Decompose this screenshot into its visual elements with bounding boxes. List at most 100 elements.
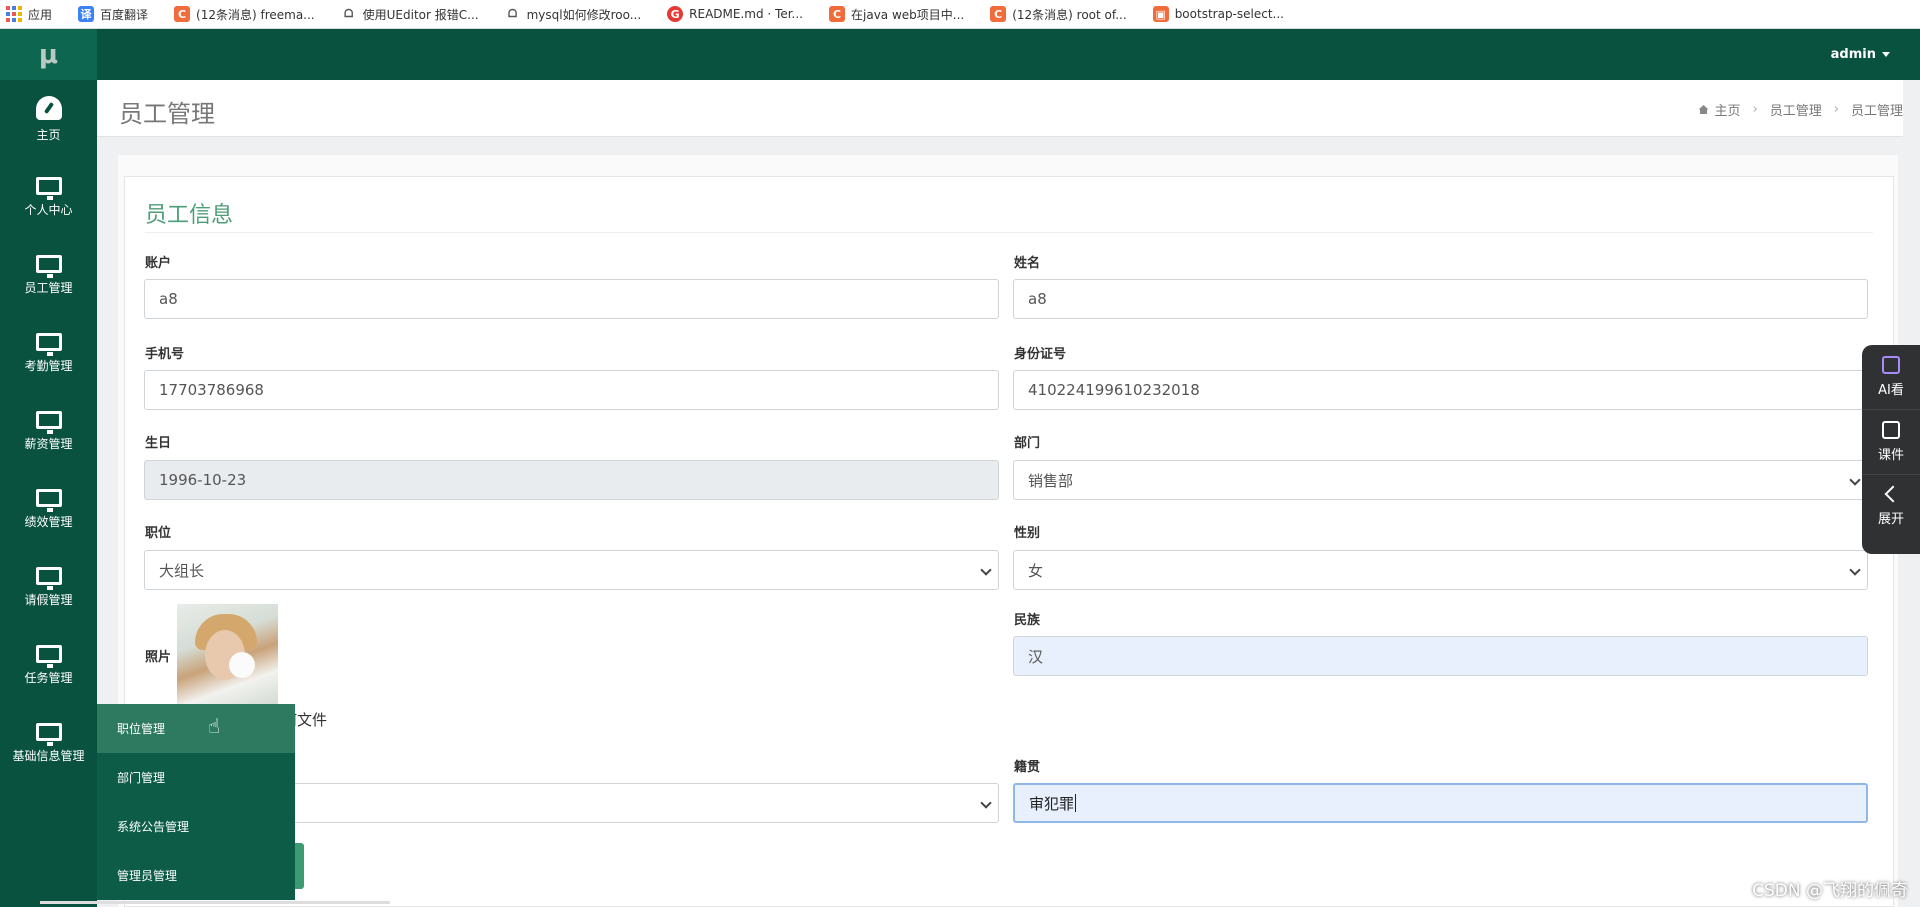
department-selected-value: 销售部 xyxy=(1028,471,1074,490)
book-icon xyxy=(1882,421,1900,439)
submenu-item-admin[interactable]: 管理员管理 xyxy=(97,851,295,900)
native-place-label: 籍贯 xyxy=(1014,760,1041,775)
ai-icon xyxy=(1882,356,1900,374)
gender-label: 性别 xyxy=(1014,526,1041,541)
monitor-icon xyxy=(35,410,62,434)
idcard-label: 身份证号 xyxy=(1014,347,1067,362)
breadcrumb-home[interactable]: 主页 xyxy=(1715,100,1741,119)
sidebar-item-profile[interactable]: 个人中心 xyxy=(0,158,97,236)
sidebar-item-home[interactable]: 主页 xyxy=(0,80,97,158)
idcard-input[interactable]: 410224199610232018 xyxy=(1013,370,1868,410)
sidebar-item-label: 绩效管理 xyxy=(24,514,73,529)
bookmark-label: 使用UEditor 报错C... xyxy=(362,7,479,22)
bookmark-label: README.md · Ter... xyxy=(689,7,803,21)
sidebar-item-label: 基础信息管理 xyxy=(12,748,85,763)
native-place-value: 审犯罪 xyxy=(1029,794,1075,813)
csdn-icon: C xyxy=(829,6,845,22)
sidebar-item-employees[interactable]: 员工管理 xyxy=(0,236,97,314)
basic-info-submenu: 职位管理 部门管理 系统公告管理 管理员管理 xyxy=(97,704,295,900)
caret-down-icon xyxy=(1882,52,1890,57)
ai-view-button[interactable]: AI看 xyxy=(1862,345,1920,410)
position-select[interactable]: 大组长 xyxy=(144,550,999,590)
site-icon: ᗝ xyxy=(508,7,518,20)
birthday-label: 生日 xyxy=(145,436,172,451)
bookmark-label: bootstrap-select... xyxy=(1174,7,1284,21)
birthday-input[interactable]: 1996-10-23 xyxy=(144,460,999,500)
video-progress-bar[interactable] xyxy=(40,901,390,904)
department-label: 部门 xyxy=(1014,436,1041,451)
user-menu[interactable]: admin xyxy=(1831,29,1890,80)
monitor-icon xyxy=(35,176,62,200)
bookmark-label: mysql如何修改roo... xyxy=(526,7,642,22)
sidebar-item-label: 个人中心 xyxy=(24,202,73,217)
translate-icon: 译 xyxy=(78,6,95,22)
phone-input[interactable]: 17703786968 xyxy=(144,370,999,410)
apps-grid-icon xyxy=(6,6,22,22)
csdn-icon: C xyxy=(990,6,1007,22)
breadcrumb-current: 员工管理 xyxy=(1850,104,1903,119)
name-input[interactable]: a8 xyxy=(1013,279,1868,319)
sidebar-item-attendance[interactable]: 考勤管理 xyxy=(0,314,97,392)
bookmark-apps[interactable]: 应用 xyxy=(6,6,52,23)
native-place-input[interactable]: 审犯罪 xyxy=(1013,783,1868,823)
site-icon: ᗝ xyxy=(344,7,354,20)
account-input[interactable]: a8 xyxy=(144,279,999,319)
position-label: 职位 xyxy=(145,526,172,541)
bookmark-item[interactable]: ᗝ mysql如何修改roo... xyxy=(505,6,642,23)
photo-label: 照片 xyxy=(145,650,172,665)
submenu-item-announcement[interactable]: 系统公告管理 xyxy=(97,802,295,851)
expand-button[interactable]: 展开 xyxy=(1862,475,1920,539)
top-header: μ admin xyxy=(0,29,1920,80)
submenu-item-position[interactable]: 职位管理 xyxy=(97,704,295,753)
courseware-label: 课件 xyxy=(1877,448,1904,463)
bookmark-label: 在java web项目中... xyxy=(851,7,965,22)
sidebar-item-label: 任务管理 xyxy=(24,670,73,685)
phone-label: 手机号 xyxy=(145,347,185,362)
monitor-icon xyxy=(35,566,62,590)
home-icon xyxy=(1698,105,1709,114)
chevron-left-icon xyxy=(1884,485,1902,502)
watermark: CSDN @飞翔的佩奇 xyxy=(1752,881,1908,901)
breadcrumb: 主页 › 员工管理 › 员工管理 xyxy=(1698,100,1903,119)
bookmark-item[interactable]: ᗝ 使用UEditor 报错C... xyxy=(341,6,479,23)
gitee-icon: G xyxy=(667,6,684,22)
bookmark-label: 百度翻译 xyxy=(100,7,149,22)
sidebar-item-leave[interactable]: 请假管理 xyxy=(0,548,97,626)
submenu-item-department[interactable]: 部门管理 xyxy=(97,753,295,802)
bookmark-item[interactable]: C (12条消息) root of... xyxy=(990,6,1127,23)
sidebar: 主页 个人中心 员工管理 考勤管理 薪资管理 绩效管理 请假管理 任务管理 基础… xyxy=(0,80,97,907)
app-logo[interactable]: μ xyxy=(0,29,97,80)
sidebar-item-salary[interactable]: 薪资管理 xyxy=(0,392,97,470)
ai-view-label: AI看 xyxy=(1878,383,1904,398)
bookmark-item[interactable]: 译 百度翻译 xyxy=(78,6,148,23)
bookmark-item[interactable]: C 在java web项目中... xyxy=(829,6,964,23)
sidebar-item-label: 考勤管理 xyxy=(24,358,73,373)
sidebar-item-tasks[interactable]: 任务管理 xyxy=(0,626,97,704)
hand-cursor-icon: ☝ xyxy=(208,714,221,738)
gender-select[interactable]: 女 xyxy=(1013,550,1868,590)
breadcrumb-item[interactable]: 员工管理 xyxy=(1770,100,1822,119)
department-select[interactable]: 销售部 xyxy=(1013,460,1868,500)
gender-selected-value: 女 xyxy=(1028,561,1044,580)
dashboard-icon xyxy=(35,95,62,120)
bookmark-label: (12条消息) root of... xyxy=(1012,7,1127,22)
monitor-icon xyxy=(35,644,62,668)
csdn-icon: C xyxy=(174,6,191,22)
text-cursor xyxy=(1075,794,1077,812)
employee-photo[interactable] xyxy=(177,604,278,705)
bookmark-label: (12条消息) freema... xyxy=(196,7,315,22)
sidebar-item-label: 员工管理 xyxy=(24,280,73,295)
sidebar-item-performance[interactable]: 绩效管理 xyxy=(0,470,97,548)
bookmark-item[interactable]: C (12条消息) freema... xyxy=(174,6,315,23)
bookmark-item[interactable]: G README.md · Ter... xyxy=(667,6,803,22)
monitor-icon xyxy=(35,488,62,512)
bookmark-item[interactable]: ▣ bootstrap-select... xyxy=(1152,6,1284,22)
courseware-button[interactable]: 课件 xyxy=(1862,410,1920,475)
page-header: 员工管理 主页 › 员工管理 › 员工管理 xyxy=(97,80,1903,137)
sidebar-item-basic-info[interactable]: 基础信息管理 xyxy=(0,704,97,782)
ethnic-input[interactable]: 汉 xyxy=(1013,636,1868,676)
site-icon: ▣ xyxy=(1152,6,1169,22)
bookmarks-bar: 应用 译 百度翻译 C (12条消息) freema... ᗝ 使用UEdito… xyxy=(0,0,1920,29)
sidebar-item-label: 请假管理 xyxy=(24,592,73,607)
page-title: 员工管理 xyxy=(119,100,215,128)
